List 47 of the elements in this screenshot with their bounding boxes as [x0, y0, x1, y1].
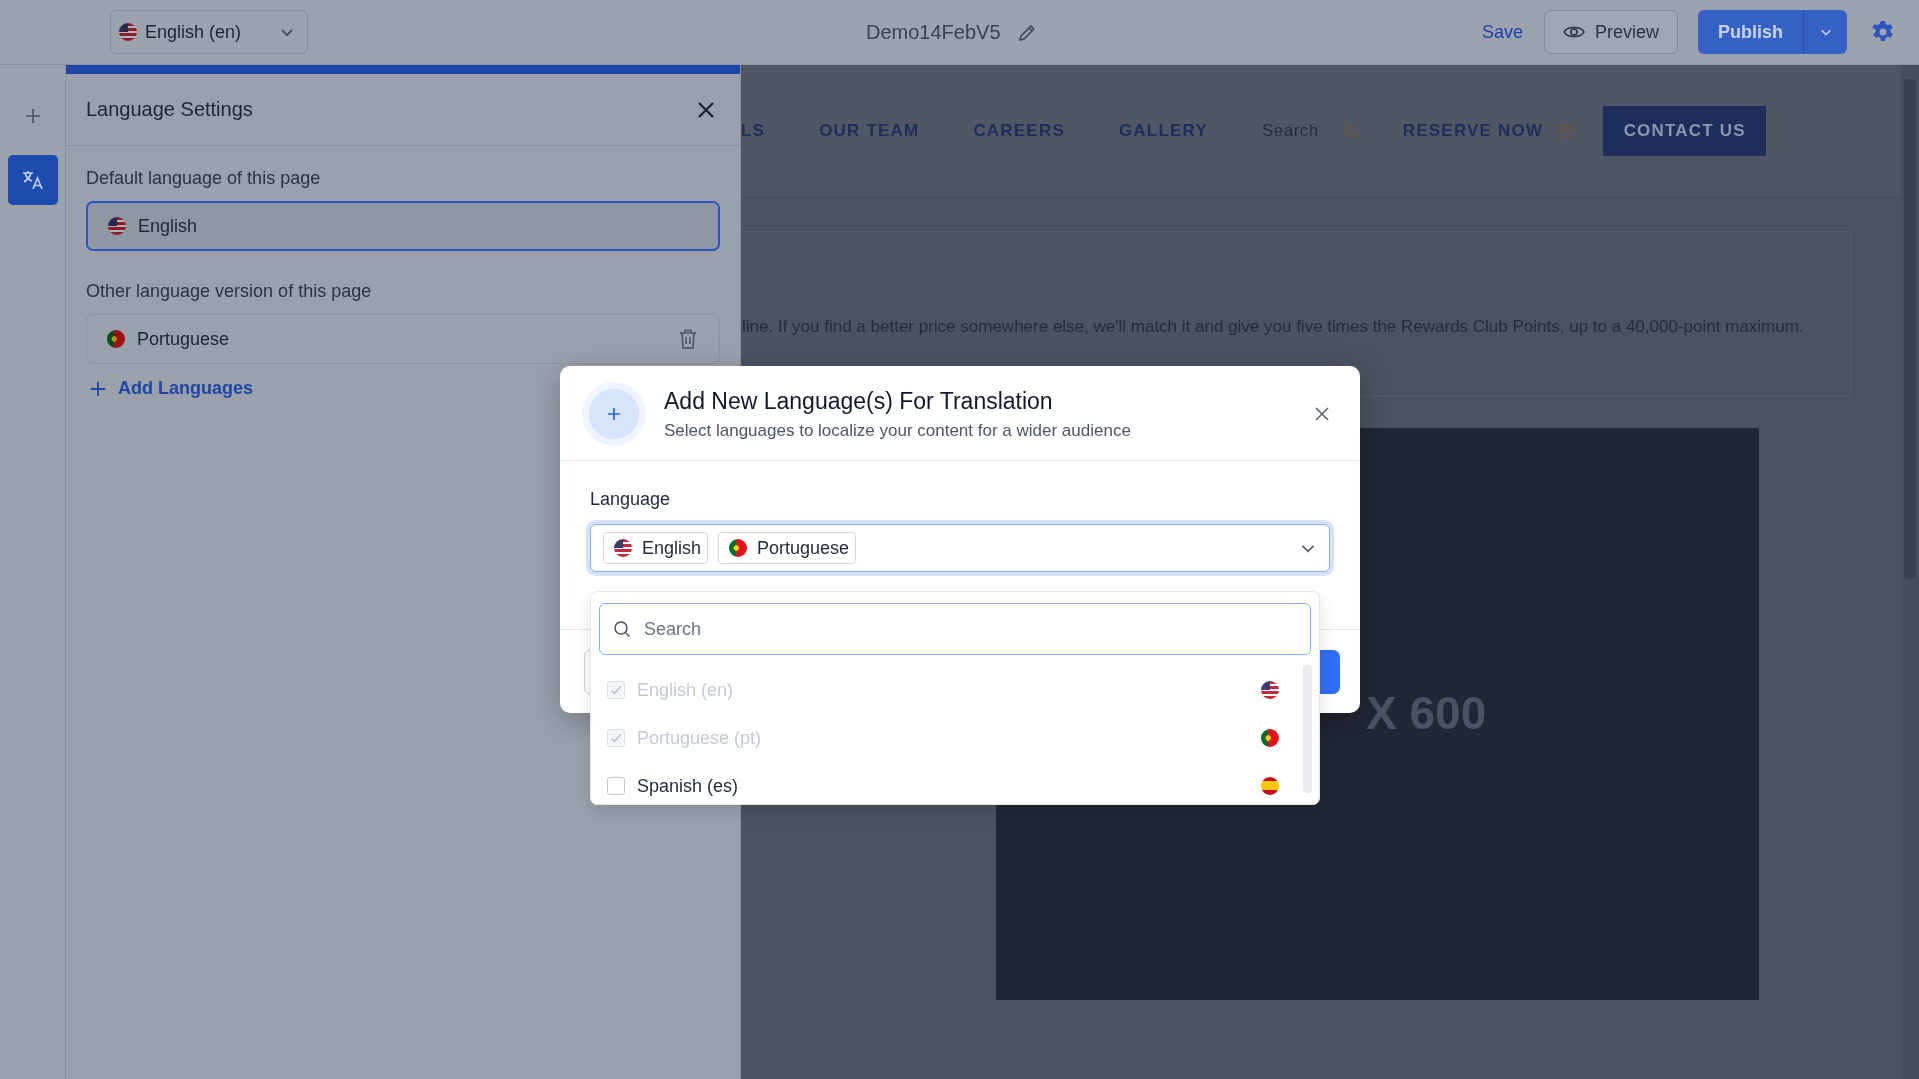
plus-icon — [23, 107, 42, 125]
translate-button[interactable] — [7, 155, 58, 205]
portugal-flag-icon — [1261, 729, 1279, 747]
field-label: Default language of this page — [86, 168, 322, 189]
close-icon[interactable] — [696, 99, 716, 120]
language-select[interactable]: English (en) — [110, 10, 308, 54]
publish-menu-button[interactable] — [1803, 10, 1847, 54]
search-icon — [613, 620, 631, 638]
save-button[interactable]: Save — [1481, 21, 1523, 43]
us-flag-icon — [119, 23, 137, 41]
us-flag-icon — [1261, 681, 1279, 699]
us-flag-icon — [108, 217, 126, 235]
spain-flag-icon — [1261, 777, 1279, 795]
language-name: Portuguese — [137, 328, 231, 350]
trash-icon[interactable] — [679, 329, 697, 349]
language-chip: Portuguese — [718, 532, 857, 564]
contact-button[interactable]: CONTACT US — [1603, 105, 1767, 156]
calendar-icon — [1557, 122, 1574, 139]
pencil-icon[interactable] — [1016, 22, 1037, 43]
option-label: Spanish (es) — [637, 775, 740, 797]
portugal-flag-icon — [729, 539, 748, 557]
page-title: Demo14FebV5 — [866, 21, 1001, 44]
panel-title: Language Settings — [86, 98, 253, 121]
preview-button[interactable]: Preview — [1543, 10, 1678, 54]
check-icon — [609, 731, 623, 745]
default-language-field[interactable]: English — [86, 201, 720, 251]
plus-icon — [90, 380, 106, 397]
dialog-subtitle: Select languages to localize your content for a wider audience — [664, 420, 1132, 441]
add-languages-button[interactable]: Add Languages — [86, 378, 257, 399]
eye-icon — [1562, 24, 1585, 40]
option-label: Portuguese (pt) — [637, 727, 763, 749]
us-flag-icon — [614, 539, 632, 557]
close-icon[interactable] — [1314, 406, 1330, 422]
option-label: English (en) — [637, 679, 735, 701]
translate-icon — [20, 168, 45, 192]
publish-button[interactable]: Publish — [1698, 10, 1803, 54]
scrollbar[interactable] — [1901, 65, 1919, 1079]
search-field[interactable]: Search — [599, 603, 1311, 655]
check-icon — [609, 683, 623, 697]
language-option[interactable]: Spanish (es) — [607, 762, 1291, 810]
field-label: Language — [590, 489, 672, 510]
dialog-title: Add New Language(s) For Translation — [664, 387, 1054, 415]
language-chip: English — [603, 532, 709, 564]
portugal-flag-icon — [107, 330, 125, 348]
settings-icon[interactable] — [1871, 20, 1895, 44]
checkbox[interactable] — [607, 777, 625, 795]
field-label: Other language version of this page — [86, 281, 373, 302]
